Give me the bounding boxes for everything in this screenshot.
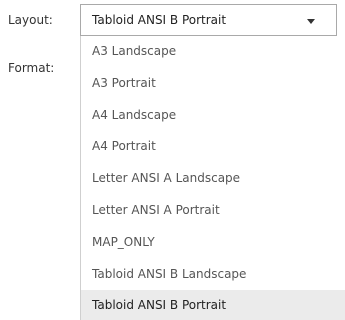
layout-option-tabloid-ansi-b-portrait[interactable]: Tabloid ANSI B Portrait: [81, 290, 345, 320]
layout-option-a4-landscape[interactable]: A4 Landscape: [81, 100, 345, 132]
print-settings-panel: Layout: Format: Tabloid ANSI B Portrait …: [0, 0, 345, 320]
layout-option-letter-ansi-a-portrait[interactable]: Letter ANSI A Portrait: [81, 195, 345, 227]
layout-option-letter-ansi-a-landscape[interactable]: Letter ANSI A Landscape: [81, 163, 345, 195]
format-label: Format:: [8, 61, 55, 75]
layout-option-a3-landscape[interactable]: A3 Landscape: [81, 36, 345, 68]
layout-select[interactable]: Tabloid ANSI B Portrait: [80, 4, 337, 36]
caret-down-icon: [307, 19, 315, 24]
layout-label: Layout:: [8, 13, 53, 27]
layout-dropdown-list: A3 Landscape A3 Portrait A4 Landscape A4…: [80, 36, 345, 320]
layout-option-a4-portrait[interactable]: A4 Portrait: [81, 131, 345, 163]
layout-option-tabloid-ansi-b-landscape[interactable]: Tabloid ANSI B Landscape: [81, 259, 345, 291]
layout-option-map-only[interactable]: MAP_ONLY: [81, 227, 345, 259]
layout-select-value: Tabloid ANSI B Portrait: [92, 13, 227, 27]
layout-option-a3-portrait[interactable]: A3 Portrait: [81, 68, 345, 100]
